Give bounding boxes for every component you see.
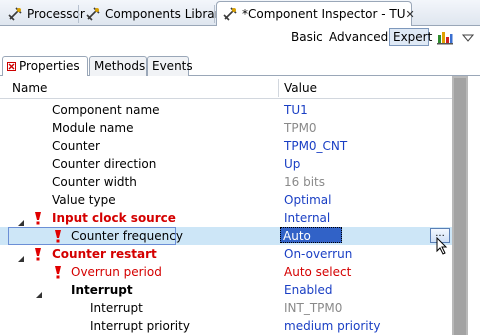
warning-exclamation-icon bbox=[54, 265, 62, 279]
table-row[interactable]: Counter restart On-overrun bbox=[0, 245, 452, 263]
property-value[interactable]: On-overrun bbox=[284, 245, 352, 263]
tab-methods[interactable]: Methods bbox=[89, 56, 147, 76]
tab-properties[interactable]: Properties bbox=[2, 56, 88, 77]
mode-toolbar: Basic Advanced Expert bbox=[0, 26, 480, 48]
property-grid: Name Value Component name TU1 Module nam… bbox=[0, 76, 480, 335]
components-library-icon bbox=[85, 6, 101, 22]
property-value[interactable]: Optimal bbox=[284, 191, 331, 209]
table-row[interactable]: Value type Optimal bbox=[0, 191, 452, 209]
properties-error-icon bbox=[7, 58, 16, 71]
property-name: Counter restart bbox=[52, 247, 157, 261]
property-value[interactable]: TPM0 bbox=[284, 119, 317, 137]
table-row[interactable]: Interrupt INT_TPM0 bbox=[0, 299, 452, 317]
scrollbar-thumb[interactable] bbox=[454, 78, 466, 335]
property-value[interactable]: Enabled bbox=[284, 281, 333, 299]
property-name: Interrupt bbox=[71, 283, 133, 297]
property-name: Counter bbox=[52, 139, 100, 153]
tab-methods-label: Methods bbox=[94, 59, 146, 73]
property-name: Counter width bbox=[52, 175, 137, 189]
mode-expert-button[interactable]: Expert bbox=[389, 28, 432, 46]
property-value[interactable]: INT_TPM0 bbox=[284, 299, 342, 317]
vertical-scrollbar[interactable] bbox=[452, 76, 468, 335]
property-name: Interrupt bbox=[90, 301, 143, 315]
view-tab-bar: Processor Components Library *Component … bbox=[0, 0, 480, 26]
property-name: Component name bbox=[52, 103, 160, 117]
property-name: Module name bbox=[52, 121, 134, 135]
property-value[interactable]: medium priority bbox=[284, 317, 380, 335]
warning-exclamation-icon bbox=[34, 247, 42, 261]
table-row[interactable]: Module name TPM0 bbox=[0, 119, 452, 137]
tab-events-label: Events bbox=[152, 59, 193, 73]
table-row-selected[interactable]: Counter frequency Auto select ... bbox=[0, 227, 452, 259]
inspector-tab-bar: Properties Methods Events bbox=[0, 54, 480, 77]
property-name: Value type bbox=[52, 193, 116, 207]
property-value[interactable]: TPM0_CNT bbox=[284, 137, 347, 155]
bar-chart-icon[interactable] bbox=[436, 29, 454, 45]
property-name: Input clock source bbox=[52, 211, 176, 225]
property-name: Counter frequency bbox=[71, 229, 183, 243]
collapse-triangle-icon[interactable] bbox=[35, 286, 43, 298]
table-row[interactable]: Counter direction Up bbox=[0, 155, 452, 173]
property-value[interactable]: Up bbox=[284, 155, 300, 173]
table-row[interactable]: Interrupt priority medium priority bbox=[0, 317, 452, 335]
table-row[interactable]: Component name TU1 bbox=[0, 101, 452, 119]
table-row[interactable]: Overrun period Auto select bbox=[0, 263, 452, 281]
property-value-editor[interactable]: Auto select bbox=[280, 227, 342, 259]
property-value[interactable]: Internal bbox=[284, 209, 330, 227]
tab-component-inspector-label: *Component Inspector - TU bbox=[242, 7, 406, 21]
collapse-triangle-icon[interactable] bbox=[17, 250, 25, 262]
warning-exclamation-icon bbox=[34, 211, 42, 225]
property-name: Interrupt priority bbox=[90, 319, 190, 333]
column-divider[interactable] bbox=[278, 79, 279, 97]
mode-advanced-button[interactable]: Advanced bbox=[326, 28, 391, 46]
component-inspector-icon bbox=[222, 6, 238, 22]
table-row[interactable]: Input clock source Internal bbox=[0, 209, 452, 227]
processor-icon bbox=[7, 6, 23, 22]
collapse-triangle-icon[interactable] bbox=[17, 214, 25, 226]
tab-processor-label: Processor bbox=[27, 7, 85, 21]
tab-events[interactable]: Events bbox=[147, 56, 193, 76]
property-name: Overrun period bbox=[71, 265, 162, 279]
property-value[interactable]: 16 bits bbox=[284, 173, 325, 191]
tab-properties-label: Properties bbox=[19, 59, 80, 73]
column-header-name[interactable]: Name bbox=[12, 81, 47, 95]
warning-exclamation-icon bbox=[54, 229, 62, 243]
mode-basic-button[interactable]: Basic bbox=[288, 28, 326, 46]
tab-components-library-label: Components Library bbox=[105, 7, 227, 21]
tab-processor[interactable]: Processor bbox=[2, 2, 85, 26]
close-icon[interactable]: ✕ bbox=[406, 8, 415, 21]
property-value[interactable]: TU1 bbox=[284, 101, 308, 119]
table-row[interactable]: Counter width 16 bits bbox=[0, 173, 452, 191]
table-row[interactable]: Interrupt Enabled bbox=[0, 281, 452, 299]
table-row[interactable]: Counter TPM0_CNT bbox=[0, 137, 452, 155]
view-menu-icon[interactable] bbox=[461, 32, 475, 42]
column-header-value[interactable]: Value bbox=[284, 81, 317, 95]
tab-component-inspector[interactable]: *Component Inspector - TU ✕ bbox=[216, 1, 415, 26]
property-name: Counter direction bbox=[52, 157, 157, 171]
property-value[interactable]: Auto select bbox=[284, 263, 351, 281]
tab-components-library[interactable]: Components Library bbox=[80, 2, 227, 26]
grid-header: Name Value bbox=[0, 77, 452, 99]
